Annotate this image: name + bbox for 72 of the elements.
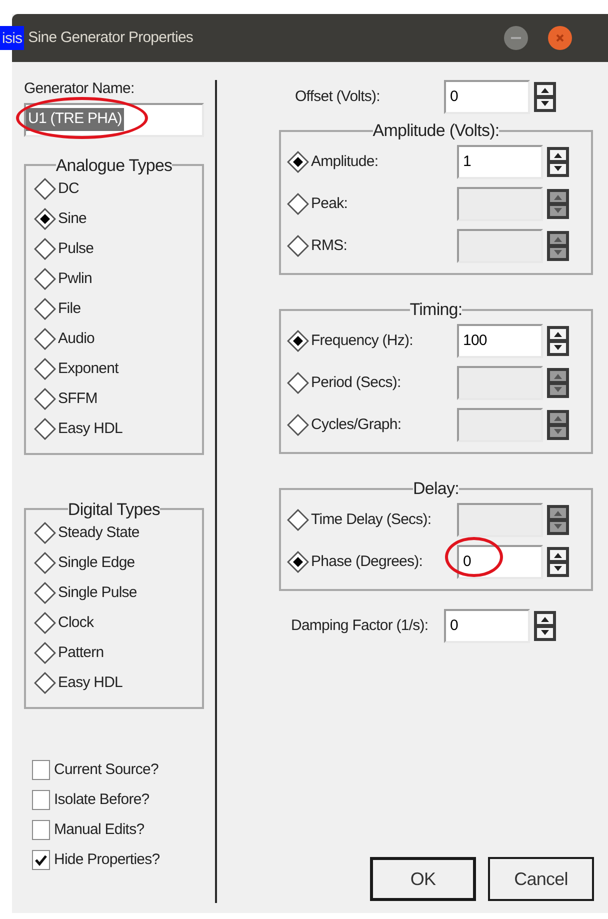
group-title: Amplitude (Volts): bbox=[372, 122, 500, 139]
radio-label[interactable]: Pattern bbox=[58, 642, 104, 664]
checkbox-label[interactable]: Manual Edits? bbox=[54, 818, 144, 842]
radio-label[interactable]: Single Edge bbox=[58, 552, 135, 574]
app-icon: isis bbox=[0, 26, 24, 50]
radio-label[interactable]: Sine bbox=[58, 208, 87, 230]
radio-label[interactable]: File bbox=[58, 298, 81, 320]
radio-label[interactable]: Phase (Degrees): bbox=[311, 550, 423, 574]
radio-label[interactable]: Audio bbox=[58, 328, 94, 350]
number-field[interactable]: 0 bbox=[444, 80, 530, 114]
radio-label[interactable]: Frequency (Hz): bbox=[311, 330, 413, 352]
spin-buttons[interactable] bbox=[534, 82, 556, 112]
radio-button[interactable] bbox=[34, 268, 56, 290]
dialog-button[interactable]: Cancel bbox=[488, 857, 594, 901]
radio-button[interactable] bbox=[34, 178, 56, 200]
checkbox[interactable] bbox=[32, 820, 50, 840]
number-field[interactable]: 0 bbox=[444, 609, 530, 643]
radio-label[interactable]: Easy HDL bbox=[58, 418, 123, 440]
radio-label[interactable]: Clock bbox=[58, 612, 94, 634]
checkbox-label[interactable]: Hide Properties? bbox=[54, 848, 160, 872]
radio-button[interactable] bbox=[34, 208, 56, 230]
radio-button[interactable] bbox=[34, 642, 56, 664]
field-label: Damping Factor (1/s): bbox=[291, 616, 428, 636]
radio-button[interactable] bbox=[34, 522, 56, 544]
number-field[interactable]: 1 bbox=[457, 145, 543, 179]
radio-label[interactable]: Pulse bbox=[58, 238, 94, 260]
group-title: Delay: bbox=[413, 480, 459, 497]
group-title: Timing: bbox=[410, 301, 462, 318]
radio-button[interactable] bbox=[34, 298, 56, 320]
radio-button[interactable] bbox=[34, 418, 56, 440]
check-icon bbox=[35, 854, 47, 866]
radio-button[interactable] bbox=[34, 388, 56, 410]
spin-buttons[interactable] bbox=[547, 547, 569, 577]
close-button[interactable] bbox=[548, 26, 572, 50]
radio-button[interactable] bbox=[34, 582, 56, 604]
radio-button[interactable] bbox=[287, 151, 309, 173]
checkbox[interactable] bbox=[32, 850, 50, 870]
minimize-button[interactable] bbox=[504, 26, 528, 50]
checkbox[interactable] bbox=[32, 760, 50, 780]
radio-label[interactable]: Pwlin bbox=[58, 268, 92, 290]
radio-label[interactable]: DC bbox=[58, 178, 79, 200]
number-field[interactable]: 0 bbox=[457, 545, 543, 579]
checkbox-label[interactable]: Current Source? bbox=[54, 758, 158, 782]
radio-label[interactable]: Single Pulse bbox=[58, 582, 137, 604]
radio-button[interactable] bbox=[34, 328, 56, 350]
radio-label[interactable]: Steady State bbox=[58, 522, 140, 544]
name-field[interactable]: U1 (TRE PHA) bbox=[24, 102, 204, 136]
radio-label[interactable]: Amplitude: bbox=[311, 150, 378, 174]
spin-buttons[interactable] bbox=[547, 147, 569, 177]
close-icon bbox=[555, 33, 565, 43]
radio-button[interactable] bbox=[34, 672, 56, 694]
radio-button[interactable] bbox=[34, 238, 56, 260]
radio-label[interactable]: Easy HDL bbox=[58, 672, 123, 694]
radio-button[interactable] bbox=[287, 551, 309, 573]
radio-button[interactable] bbox=[287, 330, 309, 352]
group-title: Digital Types bbox=[68, 500, 160, 518]
group-title: Analogue Types bbox=[56, 156, 172, 174]
dialog-button[interactable]: OK bbox=[370, 857, 476, 901]
radio-label[interactable]: Exponent bbox=[58, 358, 118, 380]
window-title: Sine Generator Properties bbox=[28, 28, 194, 48]
radio-button[interactable] bbox=[34, 358, 56, 380]
field-value: U1 (TRE PHA) bbox=[26, 108, 124, 131]
field-label: Generator Name: bbox=[24, 79, 136, 99]
field-label: Offset (Volts): bbox=[295, 86, 380, 107]
checkbox[interactable] bbox=[32, 790, 50, 810]
radio-button[interactable] bbox=[34, 612, 56, 634]
checkbox-label[interactable]: Isolate Before? bbox=[54, 788, 150, 812]
number-field[interactable]: 100 bbox=[457, 324, 543, 358]
radio-label[interactable]: SFFM bbox=[58, 388, 98, 410]
spin-buttons[interactable] bbox=[547, 326, 569, 356]
spin-buttons[interactable] bbox=[534, 611, 556, 641]
radio-button[interactable] bbox=[34, 552, 56, 574]
